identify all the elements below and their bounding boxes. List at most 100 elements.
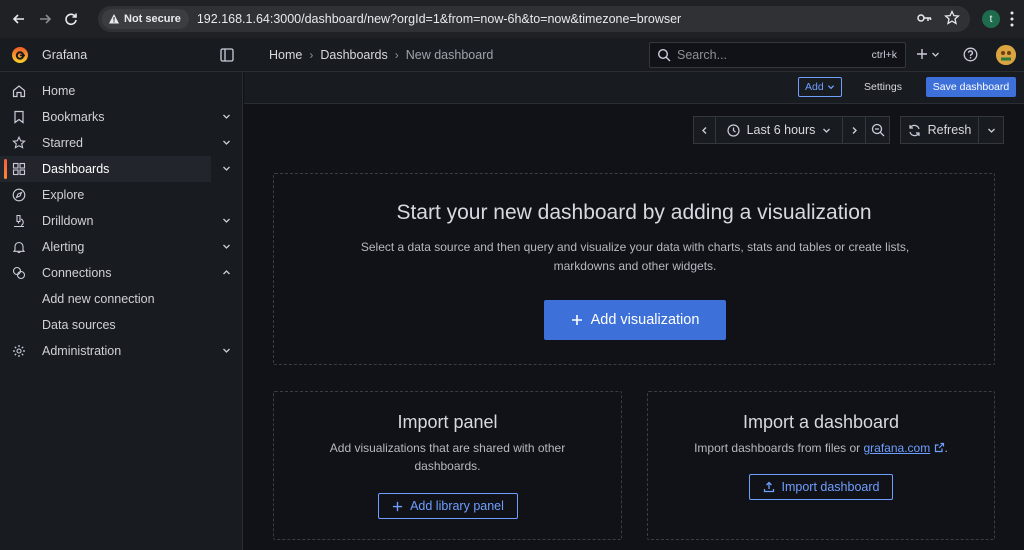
- add-visualization-label: Add visualization: [590, 312, 700, 328]
- zoom-out-button[interactable]: [866, 116, 890, 144]
- breadcrumb-separator-icon: ›: [309, 48, 314, 62]
- warning-icon: [109, 14, 119, 24]
- browser-toolbar: Not secure 192.168.1.64:3000/dashboard/n…: [0, 0, 1024, 38]
- chevron-down-icon: [932, 52, 939, 57]
- refresh-label: Refresh: [927, 123, 972, 137]
- back-button[interactable]: [8, 8, 30, 30]
- add-library-panel-label: Add library panel: [410, 499, 504, 513]
- sidebar-item-bookmarks[interactable]: Bookmarks: [0, 104, 242, 130]
- sidebar-item-drilldown[interactable]: Drilldown: [0, 208, 242, 234]
- import-dashboard-card: Import a dashboard Import dashboards fro…: [647, 391, 995, 540]
- user-avatar-icon: [996, 45, 1016, 65]
- password-key-icon[interactable]: [916, 10, 932, 26]
- sidebar-item-home[interactable]: Home: [0, 78, 242, 104]
- breadcrumb-home[interactable]: Home: [269, 48, 302, 62]
- breadcrumb-current: New dashboard: [405, 48, 494, 62]
- import-dashboard-description: Import dashboards from files or grafana.…: [678, 439, 964, 457]
- more-vert-icon[interactable]: [1010, 11, 1014, 27]
- arrow-left-icon: [12, 14, 24, 24]
- add-visualization-button[interactable]: Add visualization: [544, 300, 726, 340]
- clock-icon: [726, 123, 740, 137]
- sidebar-item-starred[interactable]: Starred: [0, 130, 242, 156]
- security-indicator[interactable]: Not secure: [102, 9, 189, 29]
- sidebar-item-dashboards[interactable]: Dashboards: [0, 156, 230, 182]
- compass-icon: [12, 188, 26, 202]
- time-shift-back-button[interactable]: [693, 116, 716, 144]
- connections-icon: [12, 266, 26, 280]
- grafana-logo-icon[interactable]: [10, 45, 30, 65]
- sidebar-item-alerting[interactable]: Alerting: [0, 234, 242, 260]
- sidebar-item-label: Data sources: [42, 318, 116, 332]
- sidebar-item-label: Connections: [42, 266, 112, 280]
- search-shortcut: ctrl+k: [871, 49, 897, 61]
- chevron-down-icon[interactable]: [222, 164, 231, 173]
- chevron-down-icon[interactable]: [222, 216, 231, 225]
- plus-icon: [917, 49, 927, 59]
- sidebar-item-label: Alerting: [42, 240, 85, 254]
- sidebar-item-explore[interactable]: Explore: [0, 182, 242, 208]
- chevron-down-icon[interactable]: [222, 346, 231, 355]
- import-dashboard-label: Import dashboard: [781, 480, 880, 494]
- add-library-panel-button[interactable]: Add library panel: [378, 493, 518, 519]
- save-dashboard-button[interactable]: Save dashboard: [926, 77, 1016, 97]
- arrow-right-icon: [40, 14, 52, 24]
- browser-profile-avatar[interactable]: t: [982, 10, 1000, 28]
- sidebar-item-label: Home: [42, 84, 76, 98]
- breadcrumb-separator-icon: ›: [394, 48, 399, 62]
- apps-icon: [12, 162, 26, 176]
- microscope-icon: [14, 214, 24, 228]
- add-button-label: Add: [805, 81, 824, 93]
- time-shift-forward-button[interactable]: [843, 116, 866, 144]
- time-range-button[interactable]: Last 6 hours: [716, 116, 843, 144]
- dock-menu-icon[interactable]: [220, 48, 234, 62]
- bookmark-star-icon[interactable]: [944, 10, 960, 26]
- empty-state-title: Start your new dashboard by adding a vis…: [396, 201, 872, 224]
- help-icon[interactable]: [963, 47, 978, 62]
- empty-dashboard-card: Start your new dashboard by adding a vis…: [273, 173, 995, 365]
- reload-button[interactable]: [60, 8, 82, 30]
- chevron-down-icon[interactable]: [222, 242, 231, 251]
- sidebar-item-connections[interactable]: Connections: [0, 260, 242, 286]
- time-range-label: Last 6 hours: [746, 123, 816, 137]
- chevron-right-icon: [852, 126, 857, 134]
- sidebar-item-add-new-connection[interactable]: Add new connection: [0, 286, 242, 312]
- chevron-down-icon[interactable]: [222, 138, 231, 147]
- user-avatar[interactable]: [996, 45, 1016, 65]
- import-dashboard-description-suffix: .: [944, 441, 948, 455]
- import-dashboard-description-text: Import dashboards from files or: [694, 441, 864, 455]
- app-title[interactable]: Grafana: [42, 48, 87, 62]
- add-button[interactable]: Add: [798, 77, 842, 97]
- refresh-picker: Refresh: [900, 116, 1004, 144]
- import-panel-card: Import panel Add visualizations that are…: [273, 391, 622, 540]
- external-link-icon[interactable]: [934, 442, 945, 453]
- sidebar-item-label: Administration: [42, 344, 122, 358]
- settings-button[interactable]: Settings: [864, 81, 902, 93]
- time-range-picker: Last 6 hours: [693, 116, 890, 144]
- search-input[interactable]: Search... ctrl+k: [649, 42, 906, 68]
- new-menu-button[interactable]: [916, 48, 940, 60]
- breadcrumb-dashboards[interactable]: Dashboards: [320, 48, 387, 62]
- import-dashboard-button[interactable]: Import dashboard: [749, 474, 893, 500]
- sidebar-item-data-sources[interactable]: Data sources: [0, 312, 242, 338]
- chevron-down-icon: [823, 128, 831, 133]
- dashboard-toolbar: Add Settings Save dashboard: [244, 72, 1024, 104]
- refresh-button[interactable]: Refresh: [900, 116, 979, 144]
- search-icon: [657, 48, 671, 62]
- sidebar-item-label: Drilldown: [42, 214, 94, 228]
- chevron-down-icon[interactable]: [222, 112, 231, 121]
- plus-icon: [571, 315, 582, 325]
- address-bar[interactable]: Not secure 192.168.1.64:3000/dashboard/n…: [98, 6, 970, 32]
- cog-icon: [13, 345, 25, 357]
- import-panel-description: Add visualizations that are shared with …: [329, 441, 566, 473]
- url-text: 192.168.1.64:3000/dashboard/new?orgId=1&…: [196, 12, 682, 26]
- refresh-interval-button[interactable]: [979, 116, 1004, 144]
- reload-icon: [65, 13, 77, 26]
- grafana-com-link[interactable]: grafana.com: [864, 441, 931, 455]
- sidebar-item-label: Starred: [42, 136, 83, 150]
- import-dashboard-title: Import a dashboard: [742, 412, 900, 432]
- chevron-up-icon[interactable]: [222, 268, 231, 277]
- forward-button[interactable]: [34, 8, 56, 30]
- sidebar-item-label: Dashboards: [42, 162, 110, 176]
- sidebar-item-label: Bookmarks: [42, 110, 105, 124]
- sidebar-item-administration[interactable]: Administration: [0, 338, 242, 364]
